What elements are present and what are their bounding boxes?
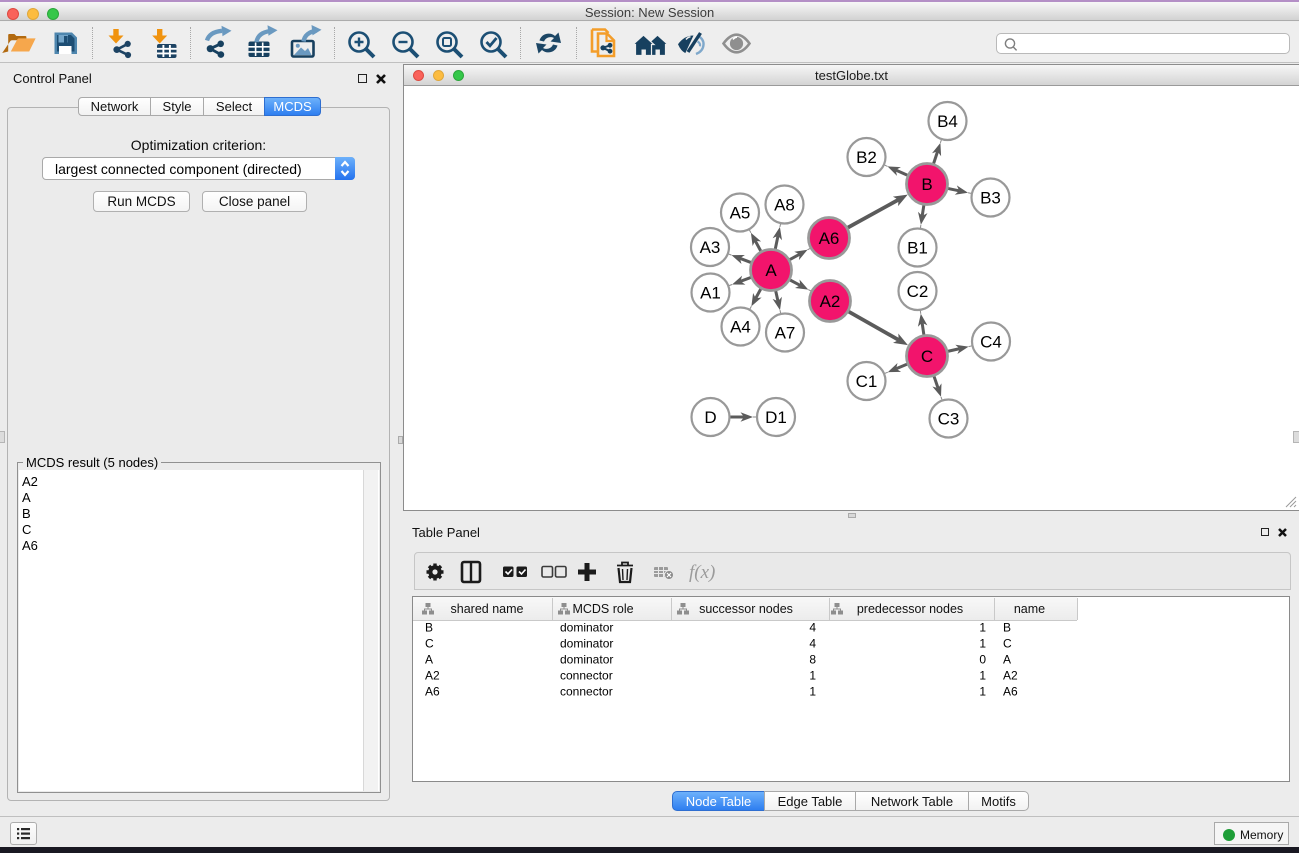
svg-text:4: 4 — [809, 621, 816, 635]
svg-text:D1: D1 — [765, 408, 787, 427]
svg-text:A2: A2 — [1003, 669, 1018, 683]
svg-text:f(x): f(x) — [689, 562, 715, 583]
svg-text:1: 1 — [979, 637, 986, 651]
svg-text:connector: connector — [560, 685, 613, 699]
svg-text:C: C — [425, 637, 434, 651]
svg-text:B: B — [921, 175, 932, 194]
svg-text:1: 1 — [979, 669, 986, 683]
svg-text:8: 8 — [809, 653, 816, 667]
svg-text:shared name: shared name — [451, 602, 524, 616]
svg-text:A7: A7 — [775, 324, 796, 343]
svg-text:C3: C3 — [938, 410, 960, 429]
svg-text:connector: connector — [560, 669, 613, 683]
svg-text:predecessor nodes: predecessor nodes — [857, 602, 963, 616]
svg-text:B: B — [425, 621, 433, 635]
svg-text:dominator: dominator — [560, 621, 613, 635]
svg-text:dominator: dominator — [560, 637, 613, 651]
svg-text:A: A — [765, 261, 777, 280]
svg-text:A2: A2 — [425, 669, 440, 683]
svg-text:C4: C4 — [980, 333, 1002, 352]
svg-text:4: 4 — [809, 637, 816, 651]
svg-text:1: 1 — [809, 669, 816, 683]
svg-text:A6: A6 — [425, 685, 440, 699]
svg-text:A: A — [425, 653, 433, 667]
svg-text:C: C — [1003, 637, 1012, 651]
svg-text:B3: B3 — [980, 189, 1001, 208]
svg-text:B1: B1 — [907, 239, 928, 258]
svg-text:A2: A2 — [820, 292, 841, 311]
svg-text:C1: C1 — [856, 372, 878, 391]
svg-text:A: A — [1003, 653, 1011, 667]
svg-text:B4: B4 — [937, 112, 958, 131]
svg-text:A6: A6 — [819, 229, 840, 248]
svg-text:A6: A6 — [1003, 685, 1018, 699]
svg-text:A1: A1 — [700, 284, 721, 303]
svg-text:MCDS role: MCDS role — [572, 602, 633, 616]
svg-text:A3: A3 — [700, 238, 721, 257]
svg-text:1: 1 — [979, 621, 986, 635]
svg-text:B2: B2 — [856, 148, 877, 167]
svg-text:B: B — [1003, 621, 1011, 635]
svg-text:C2: C2 — [907, 282, 929, 301]
svg-text:A5: A5 — [730, 204, 751, 223]
svg-text:successor nodes: successor nodes — [699, 602, 793, 616]
svg-text:D: D — [704, 408, 716, 427]
svg-text:0: 0 — [979, 653, 986, 667]
svg-text:A8: A8 — [774, 196, 795, 215]
svg-text:A4: A4 — [730, 318, 751, 337]
svg-text:dominator: dominator — [560, 653, 613, 667]
svg-text:name: name — [1014, 602, 1045, 616]
svg-text:C: C — [921, 347, 933, 366]
svg-text:1: 1 — [809, 685, 816, 699]
svg-text:1: 1 — [979, 685, 986, 699]
